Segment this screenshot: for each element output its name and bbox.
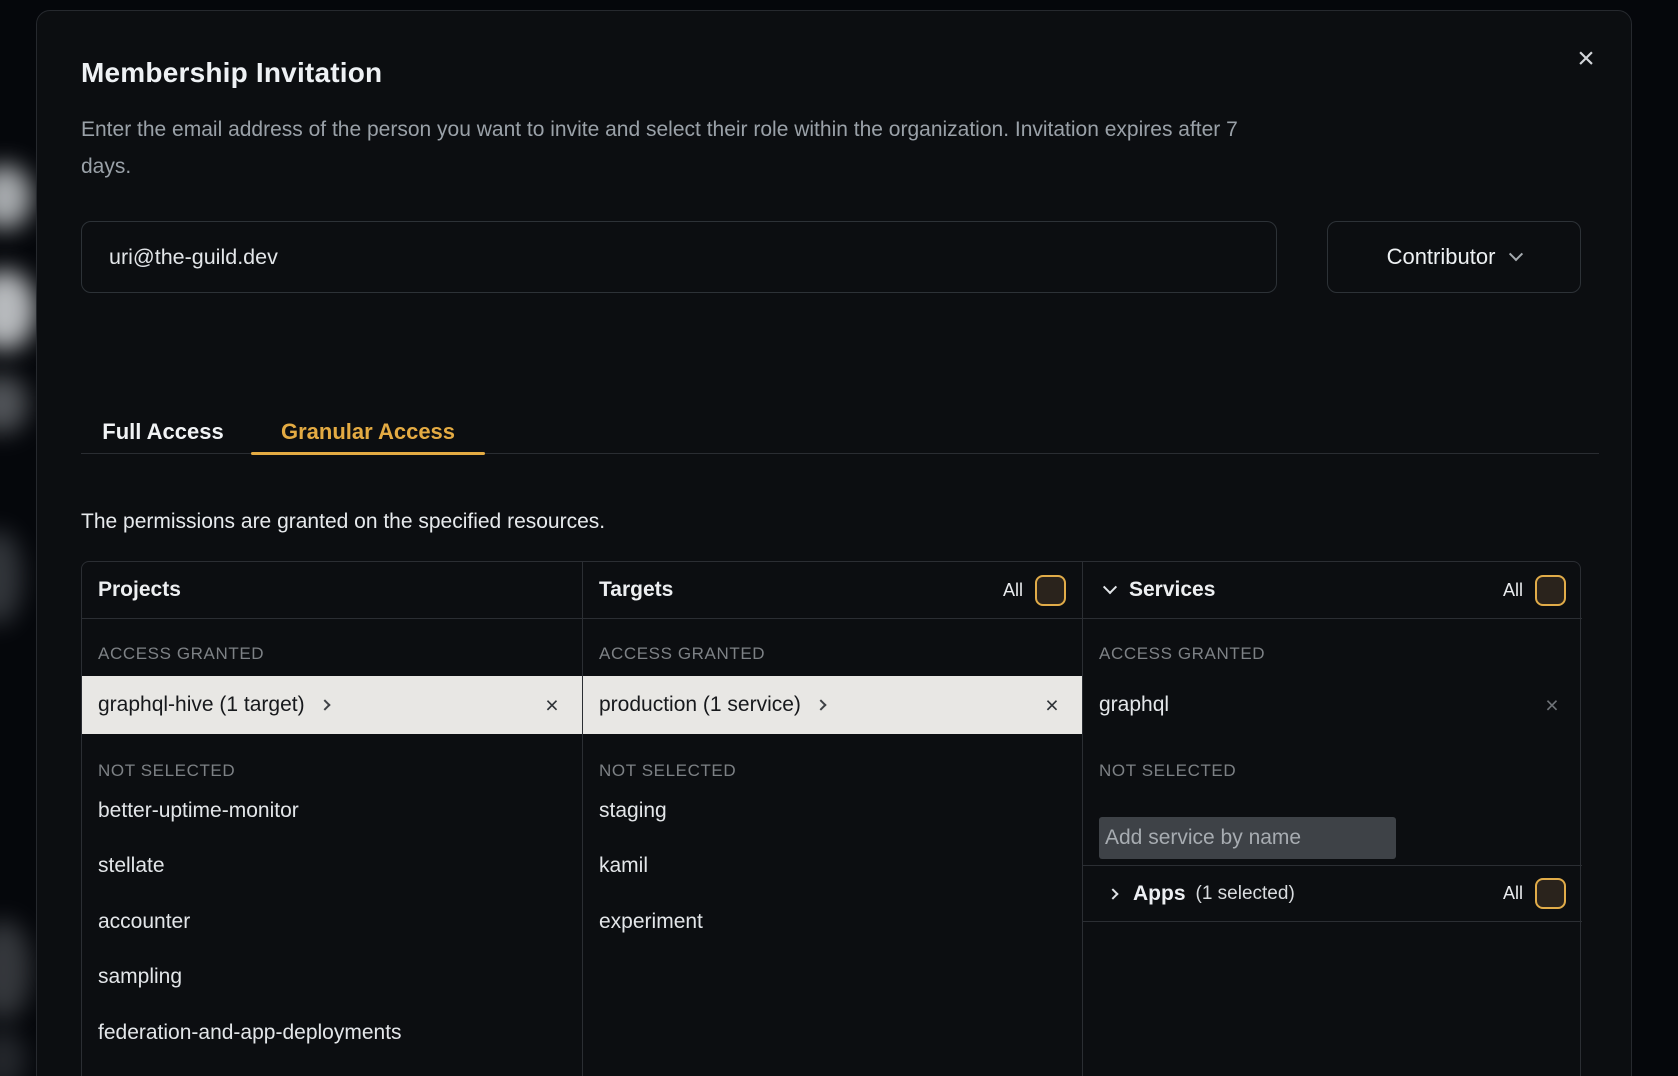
chevron-right-icon — [1107, 888, 1118, 899]
services-select-all-checkbox[interactable] — [1535, 575, 1566, 606]
services-all-label: All — [1503, 580, 1523, 601]
membership-invitation-dialog: × Membership Invitation Enter the email … — [36, 10, 1632, 1076]
tab-full-access[interactable]: Full Access — [87, 410, 239, 453]
target-list-item[interactable]: staging — [599, 783, 1066, 839]
projects-access-granted-label: ACCESS GRANTED — [98, 644, 264, 664]
resource-selector-table: Projects ACCESS GRANTED graphql-hive (1 … — [81, 561, 1581, 1076]
apps-selection-count: (1 selected) — [1196, 883, 1295, 905]
chevron-right-icon — [815, 699, 826, 710]
projects-not-selected-list: NOT SELECTED better-uptime-monitor stell… — [98, 761, 566, 1061]
backdrop-blob — [0, 1030, 26, 1076]
projects-header-label: Projects — [98, 578, 181, 602]
invite-email-input[interactable] — [81, 221, 1277, 293]
add-service-input[interactable] — [1099, 817, 1396, 859]
apps-select-all-checkbox[interactable] — [1535, 878, 1566, 909]
dialog-description-line1: Enter the email address of the person yo… — [81, 118, 1238, 141]
targets-not-selected-label: NOT SELECTED — [599, 761, 1066, 783]
target-granted-label: production (1 service) — [599, 693, 801, 717]
apps-label: Apps — [1133, 882, 1186, 906]
services-access-granted-label: ACCESS GRANTED — [1099, 644, 1265, 664]
services-header-label: Services — [1129, 578, 1215, 602]
targets-select-all-checkbox[interactable] — [1035, 575, 1066, 606]
targets-all-label: All — [1003, 580, 1023, 601]
apps-all-label: All — [1503, 883, 1523, 904]
remove-project-icon[interactable]: × — [540, 692, 564, 719]
targets-header-label: Targets — [599, 578, 673, 602]
target-list-item[interactable]: kamil — [599, 839, 1066, 895]
role-dropdown-value: Contributor — [1387, 244, 1496, 270]
project-granted-label: graphql-hive (1 target) — [98, 693, 305, 717]
project-list-item[interactable]: sampling — [98, 950, 566, 1006]
remove-service-icon[interactable]: × — [1540, 692, 1564, 719]
chevron-down-icon — [1509, 247, 1523, 261]
remove-target-icon[interactable]: × — [1040, 692, 1064, 719]
services-not-selected-list: NOT SELECTED — [1099, 761, 1566, 783]
services-column: Services All ACCESS GRANTED graphql × NO… — [1082, 562, 1582, 1076]
permissions-note: The permissions are granted on the speci… — [81, 506, 605, 538]
project-granted-row[interactable]: graphql-hive (1 target) × — [82, 676, 582, 734]
apps-expander-row[interactable]: Apps (1 selected) All — [1083, 865, 1582, 922]
target-list-item[interactable]: experiment — [599, 894, 1066, 950]
targets-access-granted-label: ACCESS GRANTED — [599, 644, 765, 664]
service-granted-row[interactable]: graphql × — [1083, 676, 1582, 734]
role-dropdown[interactable]: Contributor — [1327, 221, 1581, 293]
project-list-item[interactable]: accounter — [98, 894, 566, 950]
backdrop-blob — [0, 375, 28, 433]
access-tabs: Full Access Granular Access — [81, 410, 1599, 454]
dialog-description: Enter the email address of the person yo… — [81, 111, 1601, 185]
projects-column-header: Projects — [82, 562, 582, 619]
backdrop-blob — [0, 920, 31, 1020]
project-list-item[interactable]: stellate — [98, 839, 566, 895]
targets-column-header: Targets All — [583, 562, 1082, 619]
projects-not-selected-label: NOT SELECTED — [98, 761, 566, 783]
chevron-right-icon — [319, 699, 330, 710]
dialog-title: Membership Invitation — [81, 57, 382, 89]
project-list-item[interactable]: better-uptime-monitor — [98, 783, 566, 839]
service-granted-label: graphql — [1099, 693, 1169, 717]
services-not-selected-label: NOT SELECTED — [1099, 761, 1566, 783]
targets-not-selected-list: NOT SELECTED staging kamil experiment — [599, 761, 1066, 950]
target-granted-row[interactable]: production (1 service) × — [583, 676, 1082, 734]
chevron-down-icon — [1103, 580, 1117, 594]
projects-column: Projects ACCESS GRANTED graphql-hive (1 … — [82, 562, 582, 1076]
close-icon[interactable]: × — [1571, 44, 1601, 74]
backdrop-blob — [0, 530, 22, 625]
services-column-header[interactable]: Services All — [1083, 562, 1582, 619]
backdrop-blob — [0, 165, 32, 229]
tab-granular-access[interactable]: Granular Access — [251, 410, 485, 453]
dialog-description-line2: days. — [81, 155, 131, 178]
backdrop-blob — [0, 270, 36, 350]
project-list-item[interactable]: federation-and-app-deployments — [98, 1005, 566, 1061]
targets-column: Targets All ACCESS GRANTED production (1… — [582, 562, 1082, 1076]
